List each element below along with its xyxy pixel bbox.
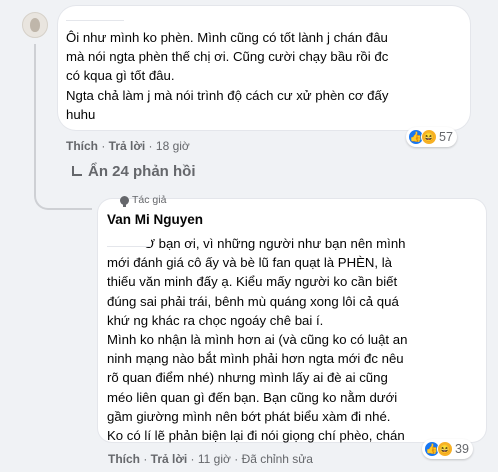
reply-arrow-icon (70, 165, 82, 178)
reaction-count: 57 (439, 130, 453, 144)
thread-connector (34, 180, 92, 210)
author-badge: Tác giả (120, 194, 167, 207)
author-pin-icon (120, 195, 129, 207)
like-link[interactable]: Thích (108, 452, 140, 466)
hide-replies-label: Ẩn 24 phản hồi (88, 163, 196, 180)
reaction-summary[interactable]: 👍 😆 57 (406, 127, 457, 147)
comment-time[interactable]: 18 giờ (156, 139, 190, 153)
redacted-mention (107, 234, 151, 247)
reply-author-name[interactable]: Van Mi Nguyen (107, 212, 203, 227)
like-link[interactable]: Thích (66, 139, 98, 153)
reply-reaction-count: 39 (455, 442, 469, 456)
reply-link[interactable]: Trả lời (109, 139, 146, 153)
redacted-commenter-name (66, 10, 124, 21)
reply-time[interactable]: 11 giờ (198, 452, 231, 466)
haha-reaction-icon: 😆 (437, 441, 453, 457)
edited-label[interactable]: Đã chỉnh sửa (242, 452, 313, 466)
reply-reaction-summary[interactable]: 👍 😆 39 (422, 439, 473, 459)
commenter-avatar[interactable] (22, 12, 48, 38)
comment-actions: Thích · Trả lời · 18 giờ (66, 139, 190, 153)
author-badge-label: Tác giả (132, 194, 167, 206)
thread-line (34, 44, 36, 190)
reply-actions: Thích · Trả lời · 11 giờ · Đã chỉnh sửa (108, 452, 313, 466)
hide-replies-toggle[interactable]: Ẩn 24 phản hồi (70, 163, 196, 180)
reply-link[interactable]: Trả lời (151, 452, 188, 466)
reply-text: Ơ bạn ơi, vì những người như bạn nên mìn… (107, 236, 408, 444)
haha-reaction-icon: 😆 (421, 129, 437, 145)
comment-text: Ôi như mình ko phèn. Mình cũng có tốt là… (66, 30, 389, 122)
